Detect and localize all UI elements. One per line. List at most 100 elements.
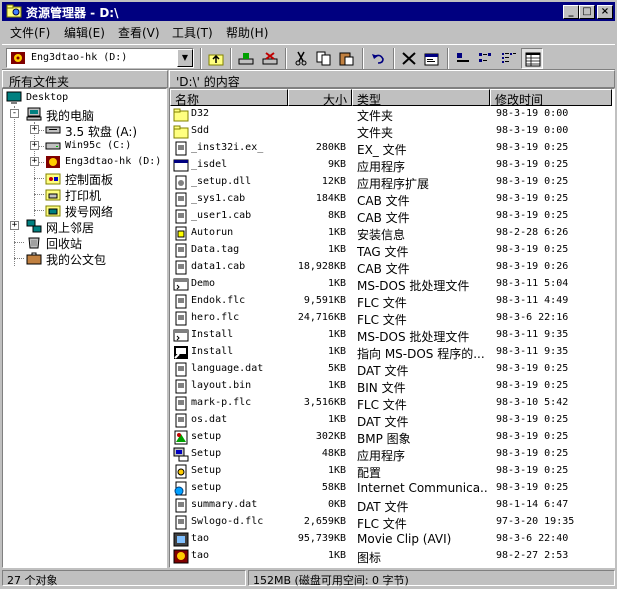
movie-icon [173, 532, 189, 547]
disconnect-drive-button[interactable] [259, 48, 281, 69]
file-row[interactable]: _user1.cab 8KB CAB 文件 98-3-19 0:25 [170, 208, 610, 225]
tree-item-label: 3.5 软盘 (A:) [65, 125, 138, 139]
small-icons-view-button[interactable] [475, 48, 497, 69]
address-combo[interactable]: Eng3dtao-hk (D:) ▼ [6, 48, 194, 68]
minimize-button[interactable]: _ [563, 5, 579, 19]
tree-line [14, 258, 24, 259]
cut-icon [295, 51, 307, 66]
file-row[interactable]: Autorun 1KB 安装信息 98-2-28 6:26 [170, 225, 610, 242]
file-row[interactable]: Setup 1KB 配置 98-3-19 0:25 [170, 463, 610, 480]
tree-expander-expand[interactable]: + [10, 221, 19, 230]
copy-button[interactable] [313, 48, 335, 69]
properties-button[interactable] [421, 48, 443, 69]
file-row[interactable]: tao 95,739KB Movie Clip (AVI) 98-3-6 22:40 [170, 531, 610, 548]
file-modified: 98-3-19 0:25 [496, 244, 569, 255]
file-row[interactable]: data1.cab 18,928KB CAB 文件 98-3-19 0:26 [170, 259, 610, 276]
file-type: DAT 文件 [357, 500, 409, 514]
tree-expander-expand[interactable]: + [30, 125, 39, 134]
paste-button[interactable] [336, 48, 358, 69]
cut-button[interactable] [290, 48, 312, 69]
file-row[interactable]: Sdd 文件夹 98-3-19 0:00 [170, 123, 610, 140]
maximize-button[interactable]: □ [579, 5, 595, 19]
file-row[interactable]: mark-p.flc 3,516KB FLC 文件 98-3-10 5:42 [170, 395, 610, 412]
file-row[interactable]: layout.bin 1KB BIN 文件 98-3-19 0:25 [170, 378, 610, 395]
file-row[interactable]: Data.tag 1KB TAG 文件 98-3-19 0:25 [170, 242, 610, 259]
column-header-size[interactable]: 大小 [288, 89, 352, 107]
column-header-modified[interactable]: 修改时间 [490, 89, 612, 107]
file-size: 1KB [327, 465, 346, 476]
close-button[interactable]: × [597, 5, 613, 19]
file-type: MS-DOS 批处理文件 [357, 330, 470, 344]
details-view-button[interactable] [521, 48, 543, 69]
file-row[interactable]: Endok.flc 9,591KB FLC 文件 98-3-11 4:49 [170, 293, 610, 310]
control-panel-icon [45, 173, 61, 185]
tree-pane-title: 所有文件夹 [2, 70, 168, 89]
status-object-count: 27 个对象 [2, 570, 246, 587]
file-row[interactable]: setup 302KB BMP 图象 98-3-19 0:25 [170, 429, 610, 446]
file-row[interactable]: _sys1.cab 184KB CAB 文件 98-3-19 0:25 [170, 191, 610, 208]
file-row[interactable]: language.dat 5KB DAT 文件 98-3-19 0:25 [170, 361, 610, 378]
file-row[interactable]: hero.flc 24,716KB FLC 文件 98-3-6 22:16 [170, 310, 610, 327]
file-name: language.dat [191, 363, 264, 374]
tree-item-label: 我的电脑 [46, 109, 95, 123]
file-type: DAT 文件 [357, 415, 409, 429]
large-icons-view-button[interactable] [452, 48, 474, 69]
address-dropdown-button[interactable]: ▼ [177, 49, 193, 67]
map-drive-button[interactable] [235, 48, 257, 69]
file-list[interactable]: 名称 大小 类型 修改时间 D32 文件夹 98-3-19 0:00 Sdd 文件夹 98… [169, 88, 615, 568]
list-view-icon [502, 53, 516, 63]
file-row[interactable]: _setup.dll 12KB 应用程序扩展 98-3-19 0:25 [170, 174, 610, 191]
column-header-type[interactable]: 类型 [352, 89, 490, 107]
file-row[interactable]: os.dat 1KB DAT 文件 98-3-19 0:25 [170, 412, 610, 429]
folder-tree[interactable]: Desktop - 我的电脑 + 3.5 软盘 (A:) + Win95c (C… [2, 88, 167, 568]
file-modified: 98-2-27 2:53 [496, 550, 569, 561]
file-row[interactable]: _isdel 9KB 应用程序 98-3-19 0:25 [170, 157, 610, 174]
file-modified: 98-3-19 0:25 [496, 363, 569, 374]
file-row[interactable]: D32 文件夹 98-3-19 0:00 [170, 106, 610, 123]
internet-file-icon [174, 481, 187, 496]
file-row[interactable]: Install 1KB MS-DOS 批处理文件 98-3-11 9:35 [170, 327, 610, 344]
file-row[interactable]: summary.dat 0KB DAT 文件 98-1-14 6:47 [170, 497, 610, 514]
setup-app-icon [173, 447, 189, 462]
file-type: 文件夹 [357, 126, 394, 140]
menu-tools[interactable]: 工具(T) [172, 24, 213, 41]
title-bar[interactable]: 资源管理器 - D:\ _ □ × [2, 2, 615, 21]
up-folder-button[interactable] [205, 48, 227, 69]
tree-expander-expand[interactable]: + [30, 141, 39, 150]
batch-icon [173, 278, 189, 291]
folder-icon [173, 108, 189, 122]
delete-button[interactable] [398, 48, 420, 69]
dll-icon [175, 175, 187, 190]
file-row[interactable]: _inst32i.ex_ 280KB EX_ 文件 98-3-19 0:25 [170, 140, 610, 157]
tree-item-label: Desktop [26, 92, 69, 103]
tree-item-label: 打印机 [65, 189, 102, 203]
file-row[interactable]: Swlogo-d.flc 2,659KB FLC 文件 97-3-20 19:35 [170, 514, 610, 531]
file-modified: 98-3-19 0:25 [496, 159, 569, 170]
menu-file[interactable]: 文件(F) [10, 24, 50, 41]
address-value: Eng3dtao-hk (D:) [31, 52, 128, 63]
file-row[interactable]: tao 1KB 图标 98-2-27 2:53 [170, 548, 610, 565]
file-size: 0KB [327, 499, 346, 510]
file-size: 18,928KB [297, 261, 346, 272]
tree-expander-expand[interactable]: + [30, 157, 39, 166]
file-type: DAT 文件 [357, 364, 409, 378]
list-view-button[interactable] [498, 48, 520, 69]
tree-expander-collapse[interactable]: - [10, 109, 19, 118]
undo-button[interactable] [367, 48, 389, 69]
printers-folder-icon [45, 189, 61, 201]
column-header-name[interactable]: 名称 [170, 89, 288, 107]
file-modified: 98-3-11 9:35 [496, 329, 569, 340]
cd-drive-icon [46, 156, 60, 168]
toolbar-separator [285, 48, 287, 69]
tree-line [34, 122, 35, 216]
file-row[interactable]: Install 1KB 指向 MS-DOS 程序的... 98-3-11 9:35 [170, 344, 610, 361]
menu-view[interactable]: 查看(V) [118, 24, 160, 41]
file-row[interactable]: Setup 48KB 应用程序 98-3-19 0:25 [170, 446, 610, 463]
tree-line [34, 194, 44, 195]
msdos-shortcut-icon [174, 346, 188, 359]
menu-help[interactable]: 帮助(H) [226, 24, 268, 41]
file-row[interactable]: setup 58KB Internet Communica... 98-3-19 0:… [170, 480, 610, 497]
file-row[interactable]: Demo 1KB MS-DOS 批处理文件 98-3-11 5:04 [170, 276, 610, 293]
tree-item-label: Win95c (C:) [65, 140, 132, 151]
menu-edit[interactable]: 编辑(E) [64, 24, 105, 41]
